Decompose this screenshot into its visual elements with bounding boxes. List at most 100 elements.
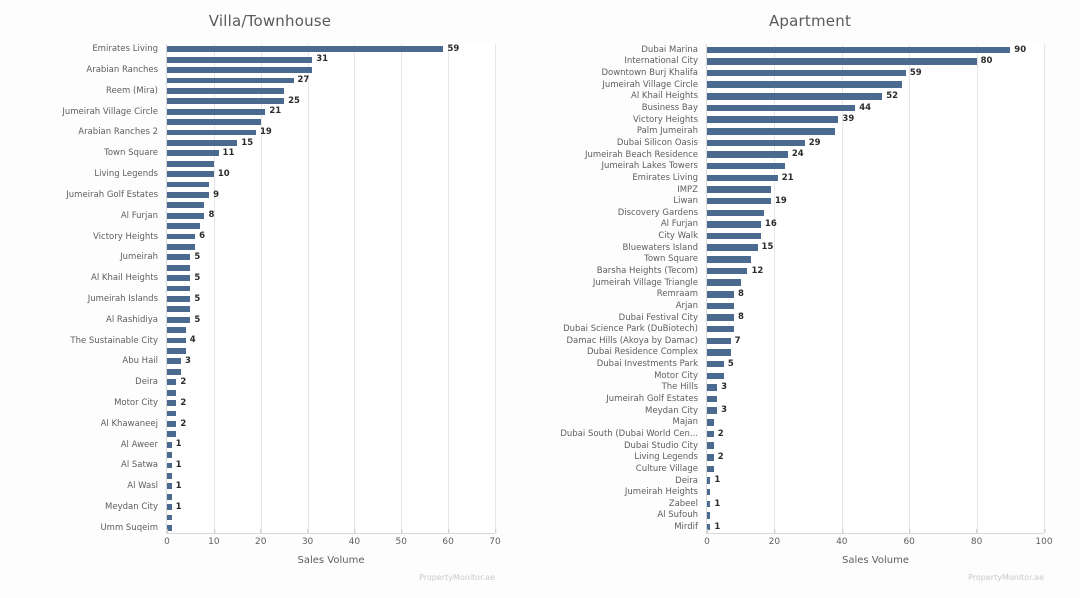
bar-row[interactable]: 5 (167, 315, 495, 325)
bar-row[interactable] (167, 117, 495, 127)
bar[interactable] (707, 477, 711, 484)
bar-row[interactable]: 2 (707, 451, 1044, 463)
bar[interactable] (167, 431, 177, 438)
bar[interactable] (707, 488, 711, 496)
bar-row[interactable]: 1 (167, 481, 495, 491)
bar[interactable] (167, 410, 177, 417)
bar[interactable] (707, 453, 714, 461)
bar[interactable] (707, 162, 785, 170)
bar-row[interactable] (167, 158, 495, 168)
bar[interactable] (167, 160, 214, 167)
bar[interactable] (167, 493, 172, 500)
bar[interactable] (167, 296, 191, 302)
bar-row[interactable] (167, 387, 495, 397)
bar[interactable] (167, 420, 177, 427)
bar[interactable] (167, 327, 186, 334)
bar[interactable] (167, 441, 172, 448)
bar[interactable] (167, 171, 214, 177)
bar[interactable] (707, 116, 839, 123)
bar[interactable] (707, 337, 731, 345)
bar-row[interactable]: 7 (707, 335, 1044, 347)
bar[interactable] (167, 379, 177, 386)
bar[interactable] (167, 264, 191, 271)
bar[interactable] (707, 360, 724, 368)
bar[interactable] (167, 46, 444, 53)
bar[interactable] (167, 483, 172, 490)
bar-row[interactable]: 1 (167, 460, 495, 470)
bar[interactable] (707, 349, 731, 356)
bar[interactable] (707, 139, 805, 147)
bar[interactable] (707, 291, 734, 298)
bar-row[interactable]: 2 (167, 419, 495, 429)
bar[interactable] (707, 372, 724, 380)
bar-row[interactable] (167, 408, 495, 418)
bar[interactable] (707, 58, 977, 65)
bar-row[interactable]: 31 (167, 54, 495, 64)
bar[interactable] (167, 337, 186, 344)
bar[interactable] (167, 87, 285, 94)
bar[interactable] (167, 389, 177, 396)
bar-row[interactable] (167, 304, 495, 314)
bar[interactable] (167, 129, 257, 136)
bar-row[interactable] (707, 370, 1044, 382)
bar-row[interactable] (167, 283, 495, 293)
bar[interactable] (707, 221, 761, 228)
bar-row[interactable]: 3 (707, 382, 1044, 394)
bar[interactable] (167, 316, 191, 323)
bar[interactable] (167, 212, 205, 219)
bar-row[interactable]: 3 (167, 356, 495, 366)
bar-row[interactable]: 19 (707, 195, 1044, 207)
bar-row[interactable]: 1 (707, 498, 1044, 510)
bar[interactable] (167, 275, 191, 282)
bar-row[interactable]: 4 (167, 335, 495, 345)
bar-row[interactable] (707, 160, 1044, 172)
bar-row[interactable]: 8 (707, 288, 1044, 300)
bar[interactable] (707, 209, 765, 217)
bar-row[interactable]: 2 (167, 377, 495, 387)
bar-row[interactable]: 39 (707, 114, 1044, 126)
bar[interactable] (707, 104, 856, 112)
bar[interactable] (707, 500, 711, 508)
bar[interactable] (707, 384, 718, 391)
bar[interactable] (707, 186, 772, 193)
bar[interactable] (167, 472, 172, 479)
bar-row[interactable]: 6 (167, 231, 495, 241)
bar-row[interactable] (167, 242, 495, 252)
bar-row[interactable]: 29 (707, 137, 1044, 149)
bar-row[interactable] (167, 325, 495, 335)
bar-row[interactable] (707, 510, 1044, 522)
bar[interactable] (167, 223, 200, 230)
bar[interactable] (707, 302, 734, 310)
bar-row[interactable] (707, 230, 1044, 242)
bar[interactable] (167, 67, 313, 73)
bar-row[interactable]: 16 (707, 219, 1044, 231)
bar-row[interactable] (167, 263, 495, 273)
bar-row[interactable] (167, 221, 495, 231)
bar[interactable] (707, 512, 711, 519)
bar-row[interactable] (167, 86, 495, 96)
bar-row[interactable]: 15 (167, 138, 495, 148)
bar-row[interactable]: 5 (167, 252, 495, 262)
bar[interactable] (167, 368, 182, 375)
bar-row[interactable] (167, 179, 495, 189)
bar-row[interactable] (167, 65, 495, 75)
bar-row[interactable] (167, 512, 495, 522)
bar[interactable] (167, 244, 196, 250)
bar[interactable] (707, 93, 883, 100)
bar[interactable] (707, 197, 772, 205)
bar-row[interactable]: 24 (707, 149, 1044, 161)
bar-row[interactable]: 15 (707, 242, 1044, 254)
bar-row[interactable] (707, 300, 1044, 312)
bar[interactable] (167, 181, 210, 188)
bar-row[interactable]: 52 (707, 91, 1044, 103)
bar-row[interactable] (707, 440, 1044, 452)
bar-row[interactable] (707, 207, 1044, 219)
bar[interactable] (167, 139, 238, 146)
bar-row[interactable]: 21 (167, 106, 495, 116)
bar-row[interactable]: 25 (167, 96, 495, 106)
bar-row[interactable]: 1 (167, 502, 495, 512)
bar[interactable] (707, 46, 1011, 54)
bar-row[interactable]: 80 (707, 56, 1044, 68)
bar[interactable] (707, 267, 748, 275)
bar[interactable] (707, 151, 788, 158)
